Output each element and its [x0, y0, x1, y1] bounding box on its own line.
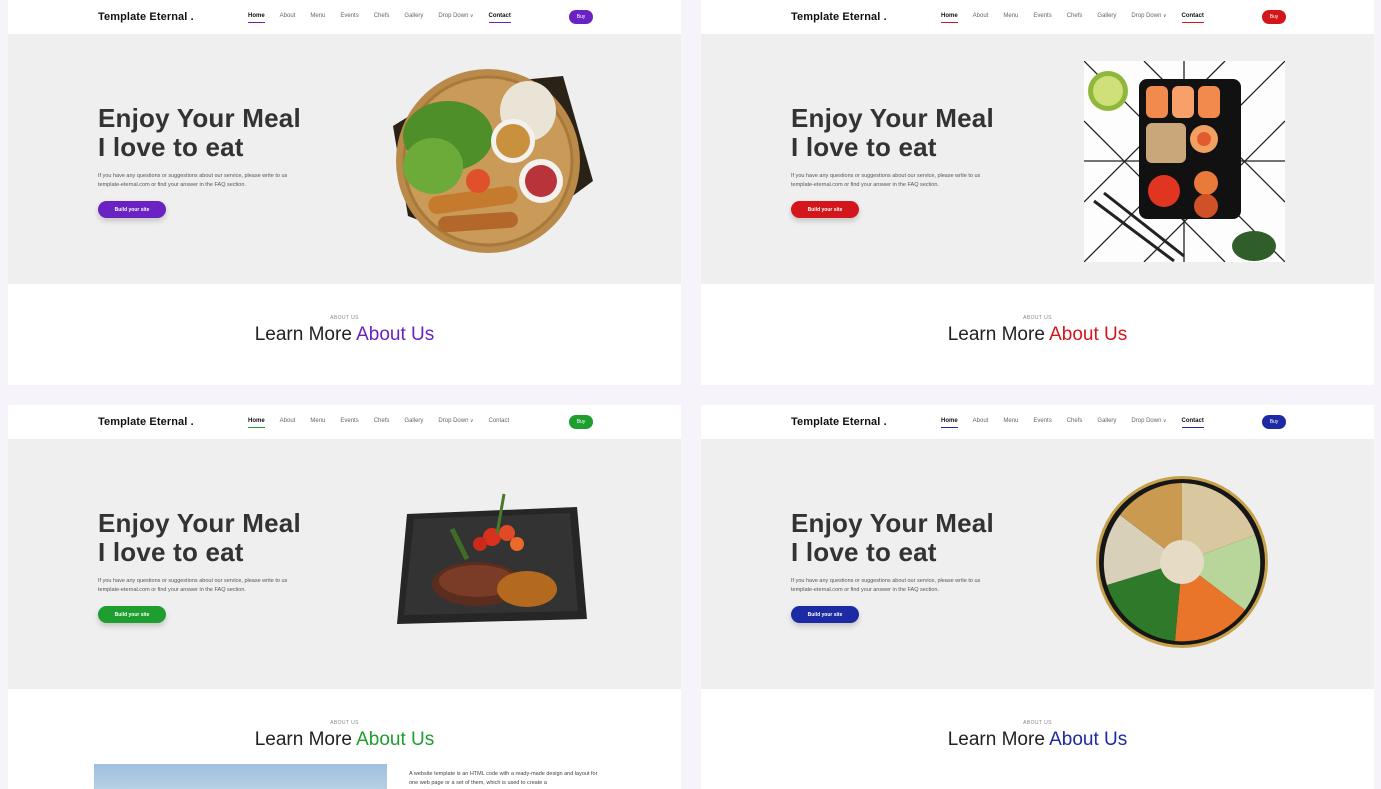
about-kicker: ABOUT US: [1023, 315, 1052, 321]
nav-home[interactable]: Home: [248, 418, 265, 428]
nav-chefs[interactable]: Chefs: [1067, 13, 1083, 23]
nav-dropdown[interactable]: Drop Down: [1131, 418, 1166, 428]
food-image-sushi: [1084, 61, 1285, 262]
nav-gallery[interactable]: Gallery: [404, 13, 423, 23]
about-section: ABOUT US Learn More About Us: [701, 689, 1374, 789]
hero-title: Enjoy Your Meal I love to eat: [791, 508, 994, 567]
nav-home[interactable]: Home: [248, 13, 265, 23]
nav-dropdown[interactable]: Drop Down: [438, 418, 473, 428]
nav-chefs[interactable]: Chefs: [1067, 418, 1083, 428]
food-image-spring-rolls: [393, 69, 593, 253]
nav-menu[interactable]: Menu: [310, 418, 325, 428]
template-preview-red: Template Eternal . Home About Menu Event…: [701, 0, 1374, 385]
about-title: Learn More About Us: [947, 324, 1128, 345]
food-image-steak: [397, 493, 587, 624]
about-kicker: ABOUT US: [330, 720, 359, 726]
nav-gallery[interactable]: Gallery: [404, 418, 423, 428]
nav-events[interactable]: Events: [1033, 418, 1051, 428]
logo[interactable]: Template Eternal .: [98, 416, 194, 428]
nav-chefs[interactable]: Chefs: [374, 13, 390, 23]
about-section: ABOUT US Learn More About Us: [8, 284, 681, 385]
about-photo: [94, 764, 387, 789]
about-title: Learn More About Us: [254, 324, 435, 345]
logo[interactable]: Template Eternal .: [791, 11, 887, 23]
about-section: ABOUT US Learn More About Us: [701, 284, 1374, 385]
food-image-poke-bowl: [1096, 476, 1268, 648]
logo[interactable]: Template Eternal .: [791, 416, 887, 428]
nav-about[interactable]: About: [973, 418, 989, 428]
buy-button[interactable]: Buy: [1262, 415, 1286, 429]
nav-events[interactable]: Events: [340, 13, 358, 23]
hero-title: Enjoy Your Meal I love to eat: [98, 508, 301, 567]
nav-menu[interactable]: Menu: [1003, 418, 1018, 428]
nav-gallery[interactable]: Gallery: [1097, 418, 1116, 428]
nav-home[interactable]: Home: [941, 418, 958, 428]
build-site-button[interactable]: Build your site: [98, 201, 166, 218]
nav-menu: Home About Menu Events Chefs Gallery Dro…: [248, 418, 524, 428]
nav-about[interactable]: About: [280, 418, 296, 428]
hero-section: Enjoy Your Meal I love to eat If you hav…: [701, 34, 1374, 284]
hero-section: Enjoy Your Meal I love to eat If you hav…: [8, 439, 681, 689]
hero-section: Enjoy Your Meal I love to eat If you hav…: [701, 439, 1374, 689]
hero-title: Enjoy Your Meal I love to eat: [791, 103, 994, 162]
nav-dropdown[interactable]: Drop Down: [1131, 13, 1166, 23]
hero-text: If you have any questions or suggestions…: [791, 578, 981, 593]
template-preview-blue: Template Eternal . Home About Menu Event…: [701, 405, 1374, 789]
nav-about[interactable]: About: [973, 13, 989, 23]
nav-gallery[interactable]: Gallery: [1097, 13, 1116, 23]
buy-button[interactable]: Buy: [569, 415, 593, 429]
hero-text: If you have any questions or suggestions…: [98, 578, 288, 593]
navbar: Template Eternal . Home About Menu Event…: [701, 405, 1374, 439]
about-title: Learn More About Us: [254, 729, 435, 750]
hero-text: If you have any questions or suggestions…: [791, 173, 981, 188]
nav-events[interactable]: Events: [340, 418, 358, 428]
navbar: Template Eternal . Home About Menu Event…: [8, 0, 681, 34]
nav-menu: Home About Menu Events Chefs Gallery Dro…: [248, 13, 526, 23]
about-kicker: ABOUT US: [1023, 720, 1052, 726]
nav-contact[interactable]: Contact: [1181, 13, 1204, 23]
about-body-text: A website template is an HTML code with …: [409, 771, 598, 786]
nav-menu[interactable]: Menu: [310, 13, 325, 23]
hero-text: If you have any questions or suggestions…: [98, 173, 288, 188]
about-kicker: ABOUT US: [330, 315, 359, 321]
navbar: Template Eternal . Home About Menu Event…: [701, 0, 1374, 34]
nav-menu[interactable]: Menu: [1003, 13, 1018, 23]
build-site-button[interactable]: Build your site: [98, 606, 166, 623]
hero-section: Enjoy Your Meal I love to eat If you hav…: [8, 34, 681, 284]
nav-events[interactable]: Events: [1033, 13, 1051, 23]
buy-button[interactable]: Buy: [1262, 10, 1286, 24]
nav-contact[interactable]: Contact: [489, 418, 510, 428]
template-preview-green: Template Eternal . Home About Menu Event…: [8, 405, 681, 789]
logo[interactable]: Template Eternal .: [98, 11, 194, 23]
buy-button[interactable]: Buy: [569, 10, 593, 24]
nav-menu: Home About Menu Events Chefs Gallery Dro…: [941, 13, 1219, 23]
template-preview-purple: Template Eternal . Home About Menu Event…: [8, 0, 681, 385]
nav-home[interactable]: Home: [941, 13, 958, 23]
navbar: Template Eternal . Home About Menu Event…: [8, 405, 681, 439]
nav-about[interactable]: About: [280, 13, 296, 23]
nav-chefs[interactable]: Chefs: [374, 418, 390, 428]
nav-menu: Home About Menu Events Chefs Gallery Dro…: [941, 418, 1219, 428]
hero-title: Enjoy Your Meal I love to eat: [98, 103, 301, 162]
build-site-button[interactable]: Build your site: [791, 201, 859, 218]
about-title: Learn More About Us: [947, 729, 1128, 750]
nav-dropdown[interactable]: Drop Down: [438, 13, 473, 23]
build-site-button[interactable]: Build your site: [791, 606, 859, 623]
nav-contact[interactable]: Contact: [488, 13, 511, 23]
nav-contact[interactable]: Contact: [1181, 418, 1204, 428]
